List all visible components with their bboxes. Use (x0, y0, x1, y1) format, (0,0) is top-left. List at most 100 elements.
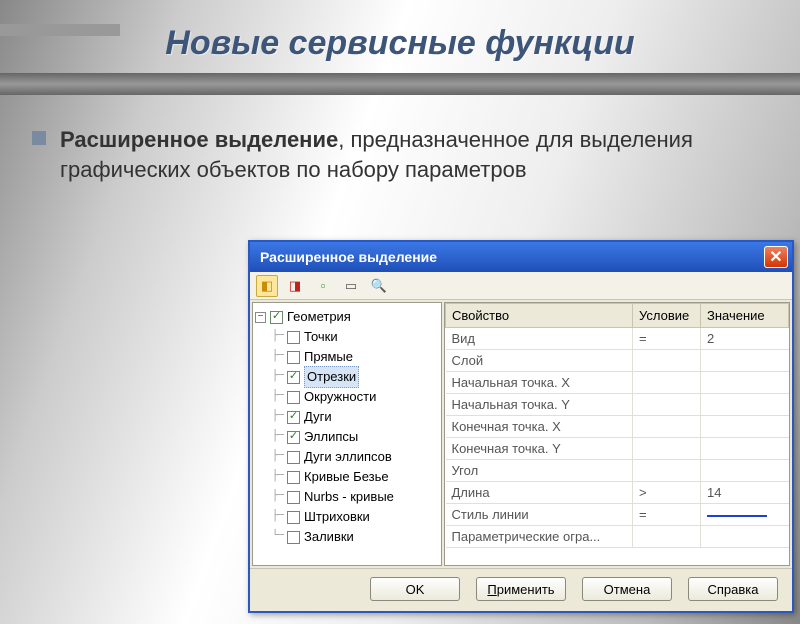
dialog-toolbar: ◧ ◨ ▫ ▭ 🔍 (250, 272, 792, 300)
checkbox[interactable] (287, 451, 300, 464)
col-prop[interactable]: Свойство (446, 304, 633, 328)
toolbar-btn-2[interactable]: ◨ (284, 275, 306, 297)
checkbox[interactable] (287, 471, 300, 484)
cell-cond[interactable] (633, 416, 701, 438)
tree-item-label: Окружности (304, 387, 376, 408)
cell-prop: Длина (446, 482, 633, 504)
cell-val[interactable] (701, 394, 789, 416)
cell-val[interactable] (701, 460, 789, 482)
cell-val[interactable] (701, 416, 789, 438)
cell-prop: Слой (446, 350, 633, 372)
checkbox[interactable]: ✓ (287, 431, 300, 444)
table-row[interactable]: Конечная точка. X (446, 416, 789, 438)
toolbar-btn-1[interactable]: ◧ (256, 275, 278, 297)
line-style-swatch (707, 515, 767, 517)
table-row[interactable]: Угол (446, 460, 789, 482)
tree-item[interactable]: ├─✓Дуги (255, 407, 439, 427)
cell-prop: Начальная точка. X (446, 372, 633, 394)
cell-cond[interactable] (633, 394, 701, 416)
cell-val[interactable] (701, 350, 789, 372)
divider-band (0, 73, 800, 95)
ok-button[interactable]: OK (370, 577, 460, 601)
slide-body: Расширенное выделение, предназначенное д… (60, 125, 740, 184)
cell-prop: Конечная точка. X (446, 416, 633, 438)
collapse-icon[interactable]: − (255, 312, 266, 323)
close-icon: ✕ (769, 247, 782, 267)
cell-cond[interactable] (633, 350, 701, 372)
cell-val[interactable]: 2 (701, 328, 789, 350)
cancel-button[interactable]: Отмена (582, 577, 672, 601)
col-cond[interactable]: Условие (633, 304, 701, 328)
slide-title: Новые сервисные функции (0, 24, 800, 63)
cell-prop: Параметрические огра... (446, 526, 633, 548)
cell-val[interactable] (701, 526, 789, 548)
cell-cond[interactable]: > (633, 482, 701, 504)
extended-selection-dialog: Расширенное выделение ✕ ◧ ◨ ▫ ▭ 🔍 − ✓ Ге… (248, 240, 794, 613)
tree-item-label: Прямые (304, 347, 353, 368)
col-val[interactable]: Значение (701, 304, 789, 328)
cell-cond[interactable] (633, 438, 701, 460)
cell-prop: Начальная точка. Y (446, 394, 633, 416)
cell-prop: Вид (446, 328, 633, 350)
cell-cond[interactable] (633, 460, 701, 482)
tree-item-label: Дуги эллипсов (304, 447, 392, 468)
dialog-content: − ✓ Геометрия ├─Точки ├─Прямые ├─✓Отрезк… (250, 300, 792, 568)
cell-prop: Стиль линии (446, 504, 633, 526)
tree-item[interactable]: ├─Кривые Безье (255, 467, 439, 487)
cell-cond[interactable]: = (633, 328, 701, 350)
toolbar-btn-4[interactable]: ▭ (340, 275, 362, 297)
checkbox[interactable] (287, 351, 300, 364)
checkbox[interactable] (287, 511, 300, 524)
toolbar-btn-3[interactable]: ▫ (312, 275, 334, 297)
tree-item[interactable]: ├─✓Эллипсы (255, 427, 439, 447)
tree-item-label: Точки (304, 327, 338, 348)
apply-button[interactable]: Применить (476, 577, 566, 601)
checkbox[interactable]: ✓ (287, 411, 300, 424)
lead-term: Расширенное выделение (60, 127, 338, 152)
category-tree[interactable]: − ✓ Геометрия ├─Точки ├─Прямые ├─✓Отрезк… (252, 302, 442, 566)
dialog-button-bar: OK Применить Отмена Справка (250, 568, 792, 611)
close-button[interactable]: ✕ (764, 246, 788, 268)
table-row[interactable]: Длина>14 (446, 482, 789, 504)
dialog-titlebar[interactable]: Расширенное выделение ✕ (250, 242, 792, 272)
table-row[interactable]: Вид=2 (446, 328, 789, 350)
cell-val[interactable] (701, 372, 789, 394)
bullet-icon (32, 131, 46, 145)
table-row[interactable]: Слой (446, 350, 789, 372)
tree-item[interactable]: ├─Штриховки (255, 507, 439, 527)
checkbox[interactable] (287, 531, 300, 544)
checkbox[interactable] (287, 331, 300, 344)
tree-item[interactable]: ├─Окружности (255, 387, 439, 407)
cell-cond[interactable] (633, 372, 701, 394)
table-row[interactable]: Начальная точка. Y (446, 394, 789, 416)
tree-item-label: Дуги (304, 407, 332, 428)
tree-item[interactable]: ├─Nurbs - кривые (255, 487, 439, 507)
checkbox[interactable]: ✓ (270, 311, 283, 324)
tree-item-label: Заливки (304, 527, 354, 548)
accent-bar (0, 24, 120, 36)
cell-cond[interactable]: = (633, 504, 701, 526)
tree-item-label: Отрезки (304, 366, 359, 389)
table-row[interactable]: Начальная точка. X (446, 372, 789, 394)
checkbox[interactable]: ✓ (287, 371, 300, 384)
checkbox[interactable] (287, 491, 300, 504)
tree-item[interactable]: ├─Точки (255, 327, 439, 347)
tree-item-label: Эллипсы (304, 427, 358, 448)
cell-cond[interactable] (633, 526, 701, 548)
property-grid[interactable]: Свойство Условие Значение Вид=2СлойНачал… (444, 302, 790, 566)
tree-item[interactable]: ├─✓Отрезки (255, 367, 439, 387)
help-button[interactable]: Справка (688, 577, 778, 601)
checkbox[interactable] (287, 391, 300, 404)
tree-item[interactable]: └─Заливки (255, 527, 439, 547)
tree-item[interactable]: ├─Прямые (255, 347, 439, 367)
cell-val[interactable] (701, 438, 789, 460)
table-row[interactable]: Стиль линии= (446, 504, 789, 526)
table-row[interactable]: Параметрические огра... (446, 526, 789, 548)
table-row[interactable]: Конечная точка. Y (446, 438, 789, 460)
tree-item[interactable]: ├─Дуги эллипсов (255, 447, 439, 467)
cell-val[interactable]: 14 (701, 482, 789, 504)
toolbar-btn-zoom[interactable]: 🔍 (368, 275, 390, 297)
tree-root[interactable]: − ✓ Геометрия (255, 307, 439, 327)
cell-val[interactable] (701, 504, 789, 526)
tree-item-label: Кривые Безье (304, 467, 389, 488)
